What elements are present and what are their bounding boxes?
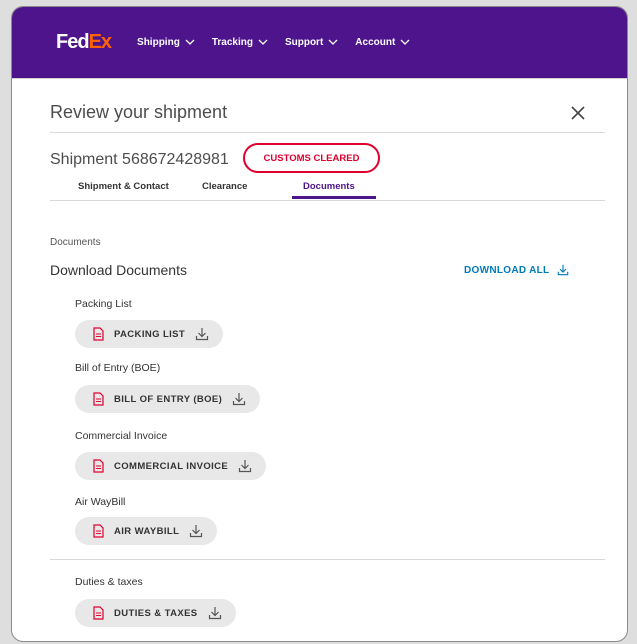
nav-shipping[interactable]: Shipping	[137, 37, 195, 48]
logo-ex: Ex	[88, 31, 112, 53]
shipment-number: Shipment 568672428981	[50, 151, 229, 168]
tab-shipment-contact[interactable]: Shipment & Contact	[78, 181, 169, 192]
chevron-down-icon	[185, 39, 195, 45]
download-duties-taxes-button[interactable]: DUTIES & TAXES	[75, 599, 236, 627]
nav-tracking[interactable]: Tracking	[212, 37, 268, 48]
chevron-down-icon	[400, 39, 410, 45]
download-air-waybill-button[interactable]: AIR WAYBILL	[75, 517, 218, 545]
chevron-down-icon	[328, 39, 338, 45]
doc-label-duties-taxes: Duties & taxes	[75, 576, 143, 588]
duties-taxes-button-label: DUTIES & TAXES	[114, 607, 198, 619]
tabs-divider	[50, 200, 605, 201]
tab-clearance[interactable]: Clearance	[202, 181, 247, 192]
bill-of-entry-button-label: BILL OF ENTRY (BOE)	[114, 393, 223, 405]
pdf-file-icon	[93, 606, 104, 620]
nav-support[interactable]: Support	[285, 37, 338, 48]
nav-shipping-label: Shipping	[137, 37, 180, 48]
download-commercial-invoice-button[interactable]: COMMERCIAL INVOICE	[75, 452, 267, 480]
download-icon	[239, 460, 252, 473]
download-documents-heading: Download Documents	[50, 262, 187, 278]
panel-title: Review your shipment	[50, 102, 228, 122]
download-icon	[196, 328, 209, 341]
close-icon[interactable]	[569, 104, 587, 122]
duties-divider	[50, 559, 605, 560]
chevron-down-icon	[258, 39, 268, 45]
download-all-button[interactable]: DOWNLOAD ALL	[464, 264, 569, 276]
pdf-file-icon	[93, 327, 104, 341]
commercial-invoice-button-label: COMMERCIAL INVOICE	[114, 460, 229, 472]
shipment-window: FedEx Shipping Tracking Support Account …	[11, 6, 628, 642]
logo-fed: Fed	[56, 31, 90, 53]
download-all-label: DOWNLOAD ALL	[464, 264, 550, 276]
doc-label-commercial-invoice: Commercial Invoice	[75, 430, 168, 442]
tab-documents[interactable]: Documents	[303, 181, 355, 192]
fedex-logo[interactable]: FedEx	[56, 31, 112, 54]
download-icon	[208, 607, 221, 620]
status-badge: CUSTOMS CLEARED	[243, 143, 380, 173]
pdf-file-icon	[93, 392, 104, 406]
nav-tracking-label: Tracking	[211, 37, 253, 48]
doc-label-packing-list: Packing List	[75, 298, 132, 310]
download-icon	[190, 525, 203, 538]
doc-label-air-waybill: Air WayBill	[75, 496, 126, 508]
download-icon	[558, 264, 569, 276]
documents-section-label: Documents	[50, 237, 101, 248]
nav-account-label: Account	[355, 37, 396, 48]
download-bill-of-entry-button[interactable]: BILL OF ENTRY (BOE)	[75, 385, 261, 413]
pdf-file-icon	[93, 459, 104, 473]
tab-bar: Shipment & Contact Clearance Documents	[50, 177, 605, 199]
download-icon	[233, 393, 246, 406]
packing-list-button-label: PACKING LIST	[114, 328, 186, 340]
nav-account[interactable]: Account	[355, 37, 410, 48]
air-waybill-button-label: AIR WAYBILL	[114, 525, 180, 537]
top-navigation-bar: FedEx Shipping Tracking Support Account	[12, 7, 627, 78]
download-packing-list-button[interactable]: PACKING LIST	[75, 320, 224, 348]
main-nav: Shipping Tracking Support Account	[137, 37, 427, 48]
doc-label-bill-of-entry: Bill of Entry (BOE)	[75, 362, 161, 374]
active-tab-indicator	[292, 196, 376, 199]
pdf-file-icon	[93, 524, 104, 538]
title-divider	[50, 132, 605, 133]
nav-support-label: Support	[284, 37, 324, 48]
header-divider	[12, 78, 627, 79]
